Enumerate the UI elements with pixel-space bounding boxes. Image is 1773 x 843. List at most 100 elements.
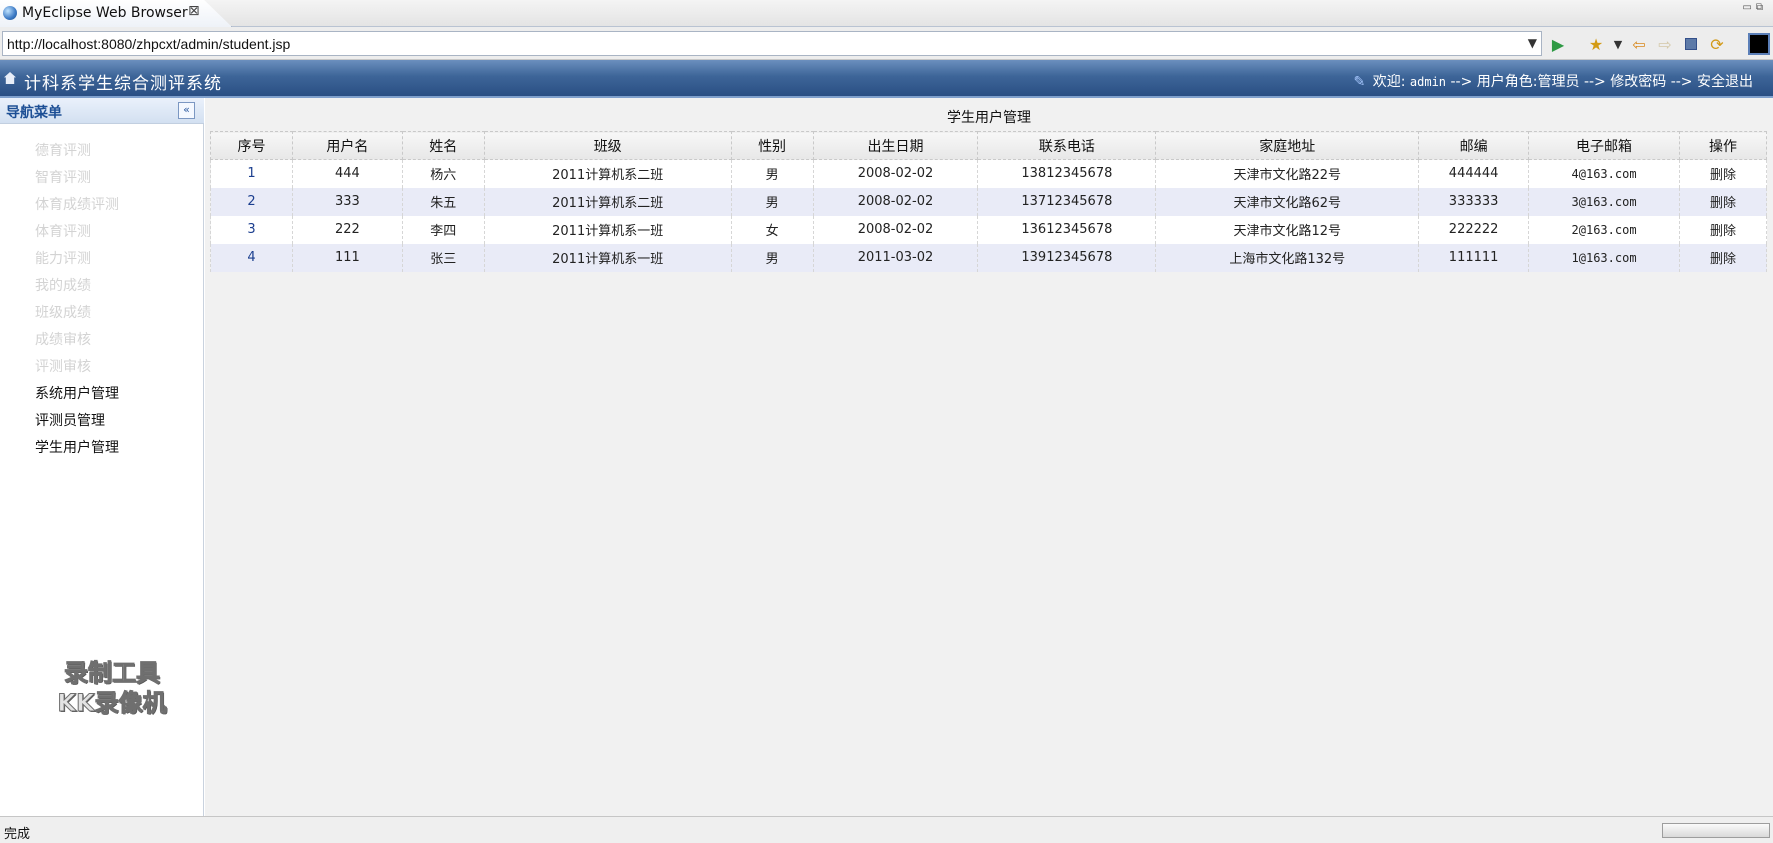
cell-address: 天津市文化路12号 bbox=[1155, 215, 1420, 244]
recorder-watermark: 录制工具 KK录像机 bbox=[34, 658, 190, 718]
sidebar-item-pe-eval: 体育评测 bbox=[35, 224, 91, 240]
delete-link[interactable]: 删除 bbox=[1678, 243, 1768, 272]
cell-zip: 111111 bbox=[1418, 243, 1530, 272]
cell-gender: 男 bbox=[730, 243, 814, 272]
close-icon[interactable]: ⊠ bbox=[188, 3, 200, 19]
play-icon[interactable]: ▶ bbox=[1548, 34, 1568, 54]
sidebar-item-evaluators[interactable]: 评测员管理 bbox=[35, 408, 119, 435]
cell-username: 222 bbox=[291, 215, 403, 244]
sidebar-item-student-users[interactable]: 学生用户管理 bbox=[35, 435, 119, 462]
cell-seq: 3 bbox=[210, 215, 293, 244]
cell-email: 1@163.com bbox=[1528, 243, 1680, 272]
cell-seq: 1 bbox=[210, 159, 293, 188]
cell-email: 2@163.com bbox=[1528, 215, 1680, 244]
column-header: 出生日期 bbox=[812, 131, 979, 160]
cell-name: 李四 bbox=[401, 215, 485, 244]
cell-phone: 13712345678 bbox=[977, 187, 1157, 216]
url-text: http://localhost:8080/zhpcxt/admin/stude… bbox=[7, 36, 291, 52]
collapse-icon[interactable]: « bbox=[178, 102, 195, 119]
system-title: 计科系学生综合测评系统 bbox=[24, 74, 222, 94]
editor-tab-strip: MyEclipse Web Browser ⊠ ▭⧉ bbox=[0, 0, 1773, 27]
arrow-separator: --> bbox=[1670, 74, 1693, 90]
column-header: 性别 bbox=[730, 131, 814, 160]
change-password-link[interactable]: 修改密码 bbox=[1610, 74, 1666, 90]
progress-bar bbox=[1662, 823, 1770, 838]
nav-header: 导航菜单 « bbox=[0, 98, 204, 124]
cell-phone: 13912345678 bbox=[977, 243, 1157, 272]
delete-link[interactable]: 删除 bbox=[1678, 215, 1768, 244]
cell-gender: 女 bbox=[730, 215, 814, 244]
sidebar-item-intellect-eval: 智育评测 bbox=[35, 170, 91, 186]
cell-seq: 4 bbox=[210, 243, 293, 272]
browser-tab[interactable]: MyEclipse Web Browser ⊠ bbox=[0, 0, 232, 27]
sidebar-item-class-scores: 班级成绩 bbox=[35, 305, 91, 321]
chevron-down-icon[interactable]: ▼ bbox=[1528, 36, 1537, 50]
browser-tab-title: MyEclipse Web Browser bbox=[22, 5, 188, 21]
cell-username: 333 bbox=[291, 187, 403, 216]
delete-link[interactable]: 删除 bbox=[1678, 159, 1768, 188]
cell-birthdate: 2008-02-02 bbox=[812, 215, 979, 244]
cell-birthdate: 2011-03-02 bbox=[812, 243, 979, 272]
cell-email: 4@163.com bbox=[1528, 159, 1680, 188]
logout-link[interactable]: 安全退出 bbox=[1697, 74, 1753, 90]
cell-class: 2011计算机系一班 bbox=[483, 243, 732, 272]
sidebar-item-score-review: 成绩审核 bbox=[35, 332, 91, 348]
nav-title: 导航菜单 bbox=[6, 105, 62, 121]
column-header: 家庭地址 bbox=[1155, 131, 1420, 160]
cell-address: 上海市文化路132号 bbox=[1155, 243, 1420, 272]
cell-gender: 男 bbox=[730, 159, 814, 188]
status-bar: 完成 bbox=[0, 816, 1773, 843]
sidebar-item-my-scores: 我的成绩 bbox=[35, 278, 91, 294]
column-header: 邮编 bbox=[1418, 131, 1530, 160]
pin-icon: ✎ bbox=[1353, 74, 1366, 90]
cell-name: 朱五 bbox=[401, 187, 485, 216]
cell-gender: 男 bbox=[730, 187, 814, 216]
cell-name: 杨六 bbox=[401, 159, 485, 188]
cell-zip: 444444 bbox=[1418, 159, 1530, 188]
sidebar-item-moral-eval: 德育评测 bbox=[35, 143, 91, 159]
cell-zip: 222222 bbox=[1418, 215, 1530, 244]
url-toolbar: http://localhost:8080/zhpcxt/admin/stude… bbox=[0, 27, 1773, 60]
cell-class: 2011计算机系一班 bbox=[483, 215, 732, 244]
cell-address: 天津市文化路22号 bbox=[1155, 159, 1420, 188]
app-header: 计科系学生综合测评系统 ✎ 欢迎: admin --> 用户角色:管理员 -->… bbox=[0, 60, 1773, 98]
column-header: 用户名 bbox=[291, 131, 403, 160]
back-arrow-icon[interactable]: ⇦ bbox=[1629, 34, 1649, 54]
cell-username: 111 bbox=[291, 243, 403, 272]
column-header: 电子邮箱 bbox=[1528, 131, 1680, 160]
delete-link[interactable]: 删除 bbox=[1678, 187, 1768, 216]
table-row: 3 222 李四 2011计算机系一班 女 2008-02-02 1361234… bbox=[210, 215, 1768, 244]
nav-menu: 德育评测 智育评测 体育成绩评测 体育评测 能力评测 我的成绩 班级成绩 成绩审… bbox=[35, 138, 119, 462]
table-row: 4 111 张三 2011计算机系一班 男 2011-03-02 1391234… bbox=[210, 243, 1768, 272]
watermark-line: KK录像机 bbox=[57, 689, 167, 718]
sidebar: 导航菜单 « 德育评测 智育评测 体育成绩评测 体育评测 能力评测 我的成绩 班… bbox=[0, 98, 204, 816]
stop-icon[interactable] bbox=[1681, 34, 1701, 54]
watermark-line: 录制工具 bbox=[64, 659, 161, 688]
role-text: 用户角色:管理员 bbox=[1476, 74, 1580, 90]
welcome-label: 欢迎: bbox=[1372, 74, 1406, 90]
view-toggle-button[interactable] bbox=[1748, 33, 1770, 55]
cell-birthdate: 2008-02-02 bbox=[812, 159, 979, 188]
sidebar-item-system-users[interactable]: 系统用户管理 bbox=[35, 381, 119, 408]
cell-name: 张三 bbox=[401, 243, 485, 272]
student-table: 序号 用户名 姓名 班级 性别 出生日期 联系电话 家庭地址 邮编 电子邮箱 操… bbox=[210, 131, 1768, 272]
window-controls[interactable]: ▭⧉ bbox=[1742, 2, 1767, 13]
url-input[interactable]: http://localhost:8080/zhpcxt/admin/stude… bbox=[2, 31, 1542, 56]
refresh-icon[interactable]: ⟳ bbox=[1707, 34, 1727, 54]
username: admin bbox=[1409, 75, 1447, 89]
main-content: 学生用户管理 序号 用户名 姓名 班级 性别 出生日期 联系电话 家庭地址 邮编… bbox=[205, 98, 1773, 816]
cell-phone: 13812345678 bbox=[977, 159, 1157, 188]
sidebar-item-pe-score-eval: 体育成绩评测 bbox=[35, 197, 119, 213]
table-row: 2 333 朱五 2011计算机系二班 男 2008-02-02 1371234… bbox=[210, 187, 1768, 216]
column-header: 联系电话 bbox=[977, 131, 1157, 160]
forward-arrow-icon[interactable]: ⇨ bbox=[1655, 34, 1675, 54]
table-row: 1 444 杨六 2011计算机系二班 男 2008-02-02 1381234… bbox=[210, 159, 1768, 188]
star-icon[interactable]: ★ bbox=[1586, 34, 1606, 54]
arrow-separator: --> bbox=[1450, 74, 1473, 90]
table-header-row: 序号 用户名 姓名 班级 性别 出生日期 联系电话 家庭地址 邮编 电子邮箱 操… bbox=[210, 131, 1768, 160]
column-header: 班级 bbox=[483, 131, 732, 160]
cell-class: 2011计算机系二班 bbox=[483, 187, 732, 216]
cell-zip: 333333 bbox=[1418, 187, 1530, 216]
favorites-dropdown-icon[interactable]: ▼ bbox=[1608, 34, 1628, 54]
cell-username: 444 bbox=[291, 159, 403, 188]
